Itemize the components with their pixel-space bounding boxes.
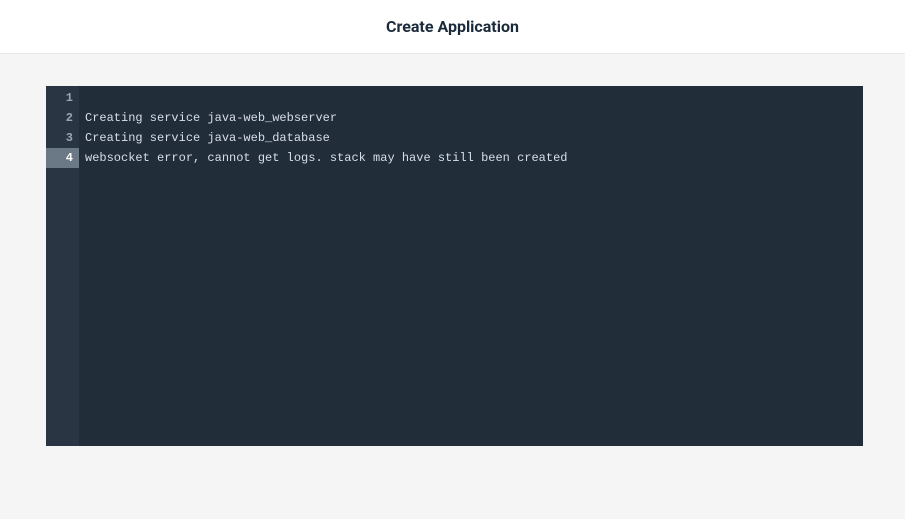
log-line xyxy=(85,88,863,108)
content-area: 1 2 3 4 Creating service java-web_webser… xyxy=(0,54,905,519)
gutter-line-number: 2 xyxy=(46,108,79,128)
page-header: Create Application xyxy=(0,0,905,54)
page-title: Create Application xyxy=(386,17,519,36)
gutter-line-number: 3 xyxy=(46,128,79,148)
log-line: Creating service java-web_database xyxy=(85,128,863,148)
gutter-line-number: 1 xyxy=(46,88,79,108)
log-line: websocket error, cannot get logs. stack … xyxy=(85,148,863,168)
log-line: Creating service java-web_webserver xyxy=(85,108,863,128)
editor-gutter: 1 2 3 4 xyxy=(46,86,79,446)
gutter-line-number: 4 xyxy=(46,148,79,168)
editor-content[interactable]: Creating service java-web_webserver Crea… xyxy=(79,86,863,446)
log-editor[interactable]: 1 2 3 4 Creating service java-web_webser… xyxy=(46,86,863,446)
